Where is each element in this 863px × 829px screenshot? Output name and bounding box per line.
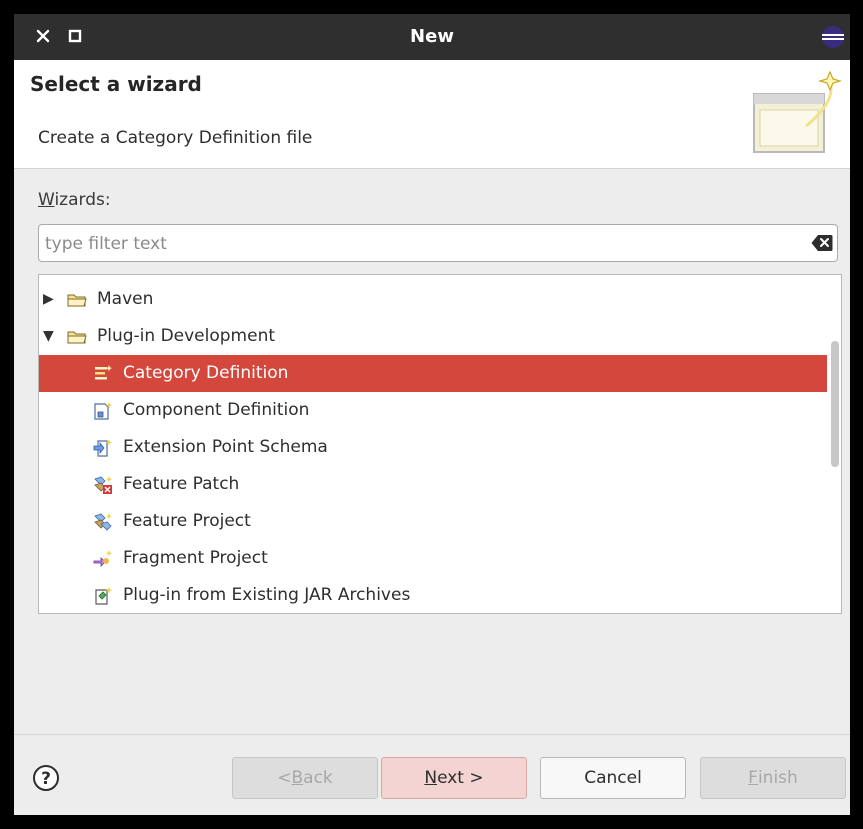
maximize-window-button[interactable]: [62, 23, 88, 49]
jar-plugin-icon: [95, 587, 113, 605]
next-button-mnemonic: N: [424, 768, 438, 788]
collapse-arrow-icon[interactable]: ▼: [43, 318, 59, 355]
feature-patch-icon: [94, 476, 113, 494]
extension-point-schema-icon: [93, 439, 113, 457]
tree-scrollbar[interactable]: [829, 275, 841, 613]
tree-row-category-definition[interactable]: Category Definition: [39, 355, 827, 392]
clipped-tree-row: ▾ ▭ ▾ ·: [79, 275, 134, 281]
cancel-button[interactable]: Cancel: [540, 757, 686, 799]
back-button-mnemonic: B: [291, 768, 304, 788]
tree-row-label: Feature Patch: [123, 474, 240, 494]
wizards-label: Wizards:: [38, 190, 111, 210]
finish-button-label: inish: [757, 768, 798, 788]
wizard-banner: Select a wizard Create a Category Defini…: [14, 60, 850, 169]
tree-row-extension-point-schema[interactable]: Extension Point Schema: [39, 429, 827, 466]
tree-row-maven[interactable]: ▶ Maven: [39, 281, 827, 318]
eclipse-icon: [822, 26, 844, 48]
folder-open-icon: [67, 331, 87, 344]
next-button-label: ext >: [437, 768, 484, 788]
cancel-button-label: Cancel: [584, 768, 642, 788]
help-icon[interactable]: ?: [32, 764, 60, 792]
banner-heading: Select a wizard: [30, 72, 202, 96]
wizards-label-mnemonic: W: [38, 190, 55, 210]
folder-icon: [67, 294, 87, 307]
button-bar-separator: [14, 734, 850, 735]
tree-row-label: Component Definition: [123, 400, 310, 420]
window-title: New: [410, 26, 454, 47]
new-wizard-dialog: New Select a wizard Create a Category De…: [14, 14, 850, 815]
category-definition-icon: [95, 365, 113, 380]
feature-project-icon: [94, 513, 113, 531]
expand-arrow-icon[interactable]: ▶: [43, 281, 59, 318]
component-definition-icon: [94, 402, 113, 420]
tree-row-label: Plug-in from Existing JAR Archives: [123, 585, 411, 605]
tree-row-label: Maven: [97, 289, 154, 309]
back-button-label: ack: [303, 768, 333, 788]
tree-row-feature-patch[interactable]: Feature Patch: [39, 466, 827, 503]
next-button[interactable]: Next >: [381, 757, 527, 799]
tree-scrollbar-thumb[interactable]: [831, 341, 839, 467]
close-window-button[interactable]: [30, 23, 56, 49]
tree-row-feature-project[interactable]: Feature Project: [39, 503, 827, 540]
tree-row-label: Fragment Project: [123, 548, 268, 568]
tree-row-label: Feature Project: [123, 511, 251, 531]
filter-input[interactable]: [43, 228, 807, 260]
filter-field[interactable]: [38, 224, 838, 262]
tree-row-label: Plug-in Development: [97, 326, 276, 346]
clear-filter-icon[interactable]: [811, 234, 833, 252]
wizards-tree[interactable]: ▾ ▭ ▾ · ▶ Maven ▼ Plug-in Development: [38, 274, 842, 614]
wizards-label-text: izards:: [54, 190, 111, 210]
tree-row-component-definition[interactable]: Component Definition: [39, 392, 827, 429]
banner-description: Create a Category Definition file: [38, 128, 313, 148]
finish-button[interactable]: Finish: [700, 757, 846, 799]
back-button-prefix: <: [277, 768, 292, 788]
new-wizard-banner-icon: [753, 70, 843, 153]
close-icon: [36, 29, 50, 43]
title-bar[interactable]: New: [14, 14, 850, 60]
maximize-icon: [68, 29, 82, 43]
tree-row-plug-in-from-jar[interactable]: Plug-in from Existing JAR Archives: [39, 577, 827, 613]
tree-row-plug-in-development[interactable]: ▼ Plug-in Development: [39, 318, 827, 355]
tree-row-label: Extension Point Schema: [123, 437, 328, 457]
back-button[interactable]: < Back: [232, 757, 378, 799]
finish-button-mnemonic: F: [748, 768, 758, 788]
svg-text:?: ?: [41, 769, 51, 789]
tree-row-label: Category Definition: [123, 363, 289, 383]
tree-row-fragment-project[interactable]: Fragment Project: [39, 540, 827, 577]
fragment-project-icon: [93, 550, 113, 567]
